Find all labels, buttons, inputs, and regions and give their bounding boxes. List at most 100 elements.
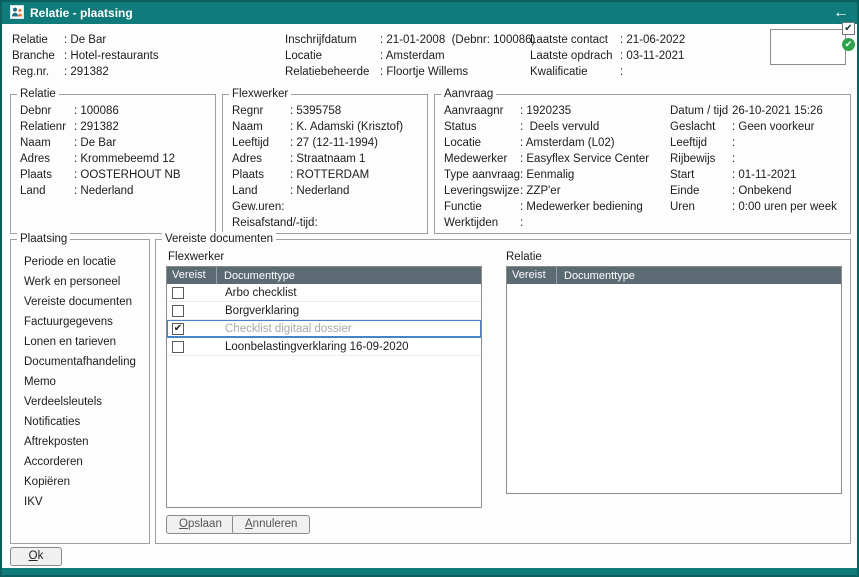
preview-box <box>770 29 846 65</box>
titlebar: Relatie - plaatsing ← <box>2 2 857 24</box>
vereist-checkbox[interactable] <box>172 287 184 299</box>
field-label: Laatste contact <box>530 32 620 48</box>
field-value: : Eenmalig <box>520 167 574 183</box>
menu-item-aftrekposten[interactable]: Aftrekposten <box>15 432 147 452</box>
header-column-laatste: Laatste contact: 21-06-2022 Laatste opdr… <box>530 32 685 80</box>
field-start: Start: 01-11-2021 <box>670 167 837 183</box>
field-debnr: Debnr: 100086 <box>20 103 211 119</box>
vereist-checkbox[interactable] <box>172 323 184 335</box>
opslaan-button[interactable]: Opslaan <box>166 515 235 534</box>
field-value: : 1920235 <box>520 103 571 119</box>
field-value: : De Bar <box>74 135 116 151</box>
relatie-documents-table: Vereist Documenttype <box>506 266 842 494</box>
field-label: Naam <box>20 135 74 151</box>
field-plaats: Plaats: OOSTERHOUT NB <box>20 167 211 183</box>
document-row-arbo-checklist[interactable]: Arbo checklist <box>167 284 481 302</box>
field-label: Debnr <box>20 103 74 119</box>
field-value: : Straatnaam 1 <box>290 151 365 167</box>
field-medewerker: Medewerker: Easyflex Service Center <box>444 151 649 167</box>
field-type-aanvraag: Type aanvraag: Eenmalig <box>444 167 649 183</box>
field-value: : Geen voorkeur <box>732 119 814 135</box>
document-name: Checklist digitaal dossier <box>217 323 352 335</box>
column-header-documenttype: Documenttype <box>557 270 635 282</box>
window-title: Relatie - plaatsing <box>30 6 133 20</box>
field-relatienr: Relatienr: 291382 <box>20 119 211 135</box>
field-status: Status: Deels vervuld <box>444 119 649 135</box>
column-header-vereist: Vereist <box>507 267 557 284</box>
document-row-borgverklaring[interactable]: Borgverklaring <box>167 302 481 320</box>
field-label: Reisafstand/-tijd: <box>232 215 290 231</box>
field-functie: Functie: Medewerker bediening <box>444 199 649 215</box>
column-header-documenttype: Documenttype <box>217 270 295 282</box>
field-label: Plaats <box>20 167 74 183</box>
ok-button-label: Ok <box>29 550 44 562</box>
document-name: Loonbelastingverklaring 16-09-2020 <box>217 341 409 353</box>
field-value: : Amsterdam (L02) <box>520 135 615 151</box>
field-value: : 21-06-2022 <box>620 32 685 48</box>
field-label: Plaats <box>232 167 290 183</box>
field-label: Relatienr <box>20 119 74 135</box>
field-value: : <box>732 135 735 151</box>
checkbox-cell <box>167 341 217 353</box>
field-label: Laatste opdrach <box>530 48 620 64</box>
header-checkbox[interactable] <box>842 22 855 35</box>
status-ok-icon: ✔ <box>842 38 855 51</box>
field-inschrijfdatum: Inschrijfdatum: 21-01-2008 (Debnr: 10008… <box>285 32 535 48</box>
table-header: Vereist Documenttype <box>507 267 841 284</box>
plaatsing-fieldset: Plaatsing Periode en locatie Werk en per… <box>10 239 150 544</box>
menu-item-accorderen[interactable]: Accorderen <box>15 452 147 472</box>
flexwerker-documents-table: Vereist Documenttype Arbo checklist Borg… <box>166 266 482 508</box>
field-label: Geslacht <box>670 119 732 135</box>
field-werktijden: Werktijden: <box>444 215 649 231</box>
header-summary: Relatie: De Bar Branche: Hotel-restauran… <box>2 24 857 94</box>
field-label: Naam <box>232 119 290 135</box>
vereist-checkbox[interactable] <box>172 341 184 353</box>
field-einde: Einde: Onbekend <box>670 183 837 199</box>
menu-item-kopieren[interactable]: Kopiëren <box>15 472 147 492</box>
checkbox-cell <box>167 305 217 317</box>
field-value: : 291382 <box>74 119 119 135</box>
field-label: Werktijden <box>444 215 520 231</box>
menu-item-periode-en-locatie[interactable]: Periode en locatie <box>15 252 147 272</box>
document-name: Arbo checklist <box>217 287 297 299</box>
field-laatste-contact: Laatste contact: 21-06-2022 <box>530 32 685 48</box>
menu-item-verdeelsleutels[interactable]: Verdeelsleutels <box>15 392 147 412</box>
field-kwalificatie: Kwalificatie: <box>530 64 685 80</box>
field-label: Branche <box>12 48 64 64</box>
ok-button[interactable]: Ok <box>10 547 62 566</box>
menu-item-documentafhandeling[interactable]: Documentafhandeling <box>15 352 147 372</box>
menu-item-werk-en-personeel[interactable]: Werk en personeel <box>15 272 147 292</box>
menu-item-factuurgegevens[interactable]: Factuurgegevens <box>15 312 147 332</box>
field-label: Land <box>232 183 290 199</box>
aanvraag-legend: Aanvraag <box>441 87 496 101</box>
back-arrow-icon[interactable]: ← <box>833 5 849 21</box>
field-naam: Naam: K. Adamski (Krisztof) <box>232 119 423 135</box>
field-value: : 5395758 <box>290 103 341 119</box>
field-value: : ZZP'er <box>520 183 561 199</box>
field-value: : K. Adamski (Krisztof) <box>290 119 403 135</box>
menu-item-notificaties[interactable]: Notificaties <box>15 412 147 432</box>
field-value: : Nederland <box>290 183 349 199</box>
field-label: Status <box>444 119 520 135</box>
field-value: : ROTTERDAM <box>290 167 369 183</box>
vereist-checkbox[interactable] <box>172 305 184 317</box>
field-plaats: Plaats: ROTTERDAM <box>232 167 423 183</box>
field-label: Adres <box>232 151 290 167</box>
annuleren-button[interactable]: Annuleren <box>232 515 310 534</box>
menu-item-memo[interactable]: Memo <box>15 372 147 392</box>
menu-item-lonen-en-tarieven[interactable]: Lonen en tarieven <box>15 332 147 352</box>
menu-item-ikv[interactable]: IKV <box>15 492 147 512</box>
field-label: Relatie <box>12 32 64 48</box>
column-header-vereist: Vereist <box>167 267 217 284</box>
menu-item-vereiste-documenten[interactable]: Vereiste documenten <box>15 292 147 312</box>
document-row-loonbelastingverklaring[interactable]: Loonbelastingverklaring 16-09-2020 <box>167 338 481 356</box>
document-row-checklist-digitaal-dossier[interactable]: Checklist digitaal dossier <box>167 320 481 338</box>
relatie-table-label: Relatie <box>506 250 542 264</box>
field-value: : Nederland <box>74 183 133 199</box>
table-header: Vereist Documenttype <box>167 267 481 284</box>
header-column-inschrijving: Inschrijfdatum: 21-01-2008 (Debnr: 10008… <box>285 32 535 80</box>
app-icon <box>10 5 24 22</box>
field-datum-tijd: Datum / tijd26-10-2021 15:26 <box>670 103 837 119</box>
field-value: : <box>520 215 523 231</box>
field-value: : 21-01-2008 (Debnr: 100086) <box>380 32 535 48</box>
